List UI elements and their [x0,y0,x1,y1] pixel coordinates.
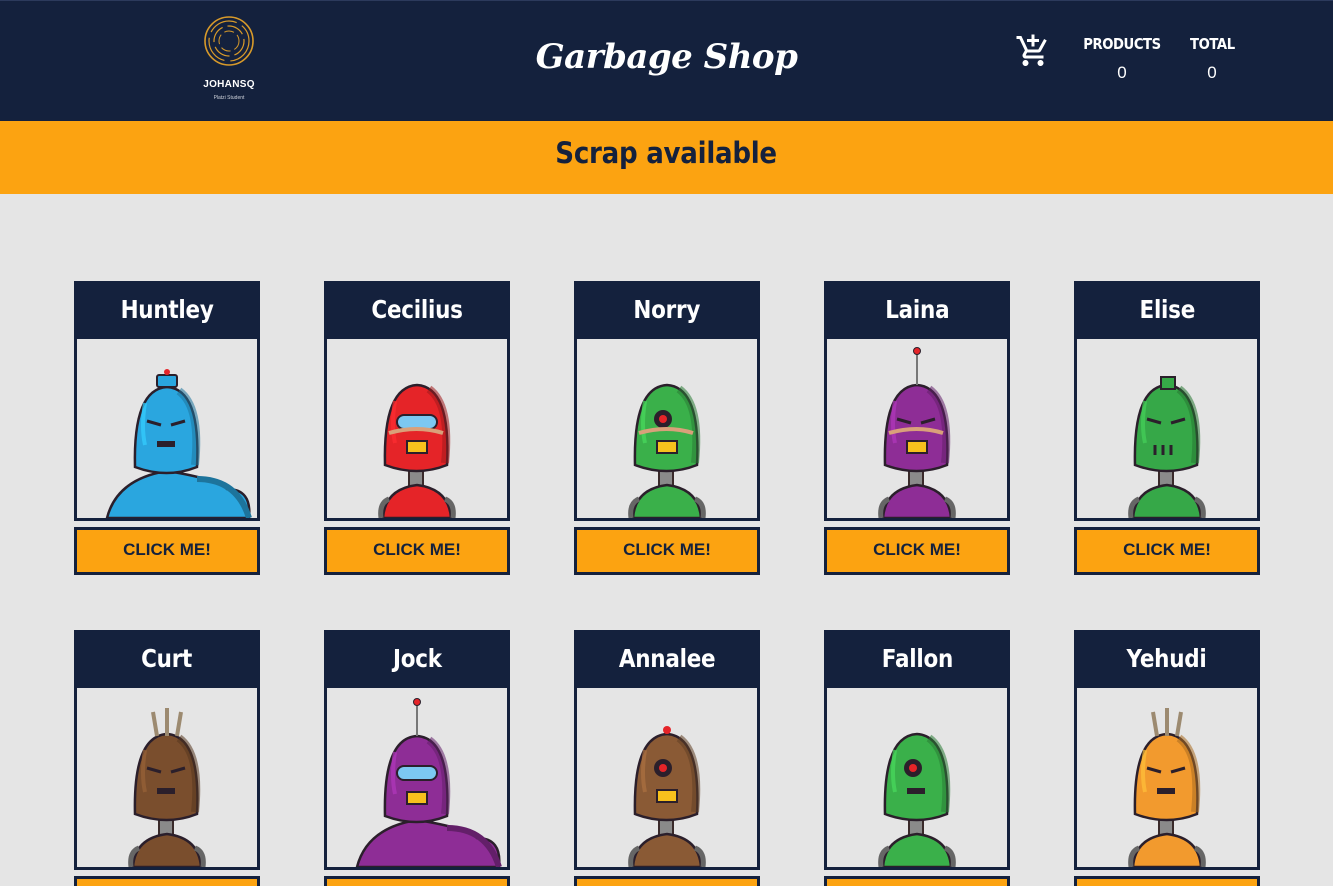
robot-card-header: Norry [577,284,757,339]
robot-green-icon [878,732,956,867]
section-banner: Scrap available [0,121,1333,194]
robot-card-header: Laina [827,284,1007,339]
click-me-button[interactable]: CLICK ME! [574,527,760,575]
top-header: JOHANSQ Platzi Student Garbage Shop PROD… [0,0,1333,121]
robot-name: Annalee [618,644,716,673]
robot-card: Yehudi [1074,630,1260,870]
robot-card-header: Cecilius [327,284,507,339]
robot-card: Norry [574,281,760,521]
robot-name: Elise [1139,295,1195,324]
robot-image [577,339,757,518]
products-label: PRODUCTS [1083,35,1161,53]
click-me-button[interactable]: CLICK ME! [74,876,260,886]
robot-name: Jock [392,644,442,673]
robot-card: Annalee [574,630,760,870]
products-counter: PRODUCTS 0 [1078,35,1166,83]
click-me-label: CLICK ME! [873,540,961,559]
click-me-button[interactable]: CLICK ME! [1074,876,1260,886]
robot-card: Cecilius [324,281,510,521]
total-label: TOTAL [1189,35,1235,53]
robot-image [827,688,1007,867]
click-me-button[interactable]: CLICK ME! [1074,527,1260,575]
products-count: 0 [1117,63,1127,82]
robot-card: Elise [1074,281,1260,521]
total-value: 0 [1207,63,1217,82]
robot-name: Curt [141,644,193,673]
robot-purple-icon [355,698,502,867]
click-me-label: CLICK ME! [623,540,711,559]
robot-card: Curt [74,630,260,870]
robot-blue-icon [105,369,252,518]
click-me-label: CLICK ME! [373,540,461,559]
robot-card-header: Elise [1077,284,1257,339]
robot-card-header: Annalee [577,633,757,688]
banner-title: Scrap available [555,136,778,170]
click-me-label: CLICK ME! [123,540,211,559]
robot-green-icon [1128,376,1206,518]
robot-red-icon [378,383,456,518]
robot-card-header: Curt [77,633,257,688]
robot-brown-icon [628,726,706,867]
robot-card: Fallon [824,630,1010,870]
logo-subtitle: Platzi Student [213,95,245,101]
robot-image [77,339,257,518]
robot-card: Huntley [74,281,260,521]
robot-orange-icon [1128,708,1206,867]
robot-card-header: Jock [327,633,507,688]
click-me-button[interactable]: CLICK ME! [74,527,260,575]
robot-card-header: Fallon [827,633,1007,688]
robot-image [77,688,257,867]
robot-card: Laina [824,281,1010,521]
robot-card-header: Huntley [77,284,257,339]
robot-image [327,339,507,518]
click-me-label: CLICK ME! [1123,540,1211,559]
click-me-button[interactable]: CLICK ME! [324,876,510,886]
logo-name: JOHANSQ [203,79,255,90]
robot-image [577,688,757,867]
robot-name: Huntley [120,295,214,324]
robot-card: Jock [324,630,510,870]
click-me-button[interactable]: CLICK ME! [824,527,1010,575]
click-me-button[interactable]: CLICK ME! [824,876,1010,886]
total-counter: TOTAL 0 [1186,35,1238,83]
click-me-button[interactable]: CLICK ME! [324,527,510,575]
add-shopping-cart-icon[interactable] [1015,33,1051,69]
robot-purple-icon [878,347,956,518]
click-me-button[interactable]: CLICK ME! [574,876,760,886]
robot-green-icon [628,383,706,518]
robot-name: Norry [633,295,701,324]
robot-image [1077,688,1257,867]
robot-name: Cecilius [371,295,463,324]
robot-name: Yehudi [1126,644,1208,673]
robot-brown-icon [128,708,206,867]
robot-image [827,339,1007,518]
robot-card-header: Yehudi [1077,633,1257,688]
robot-image [327,688,507,867]
robot-name: Fallon [881,644,953,673]
robot-name: Laina [884,295,950,324]
robot-image [1077,339,1257,518]
